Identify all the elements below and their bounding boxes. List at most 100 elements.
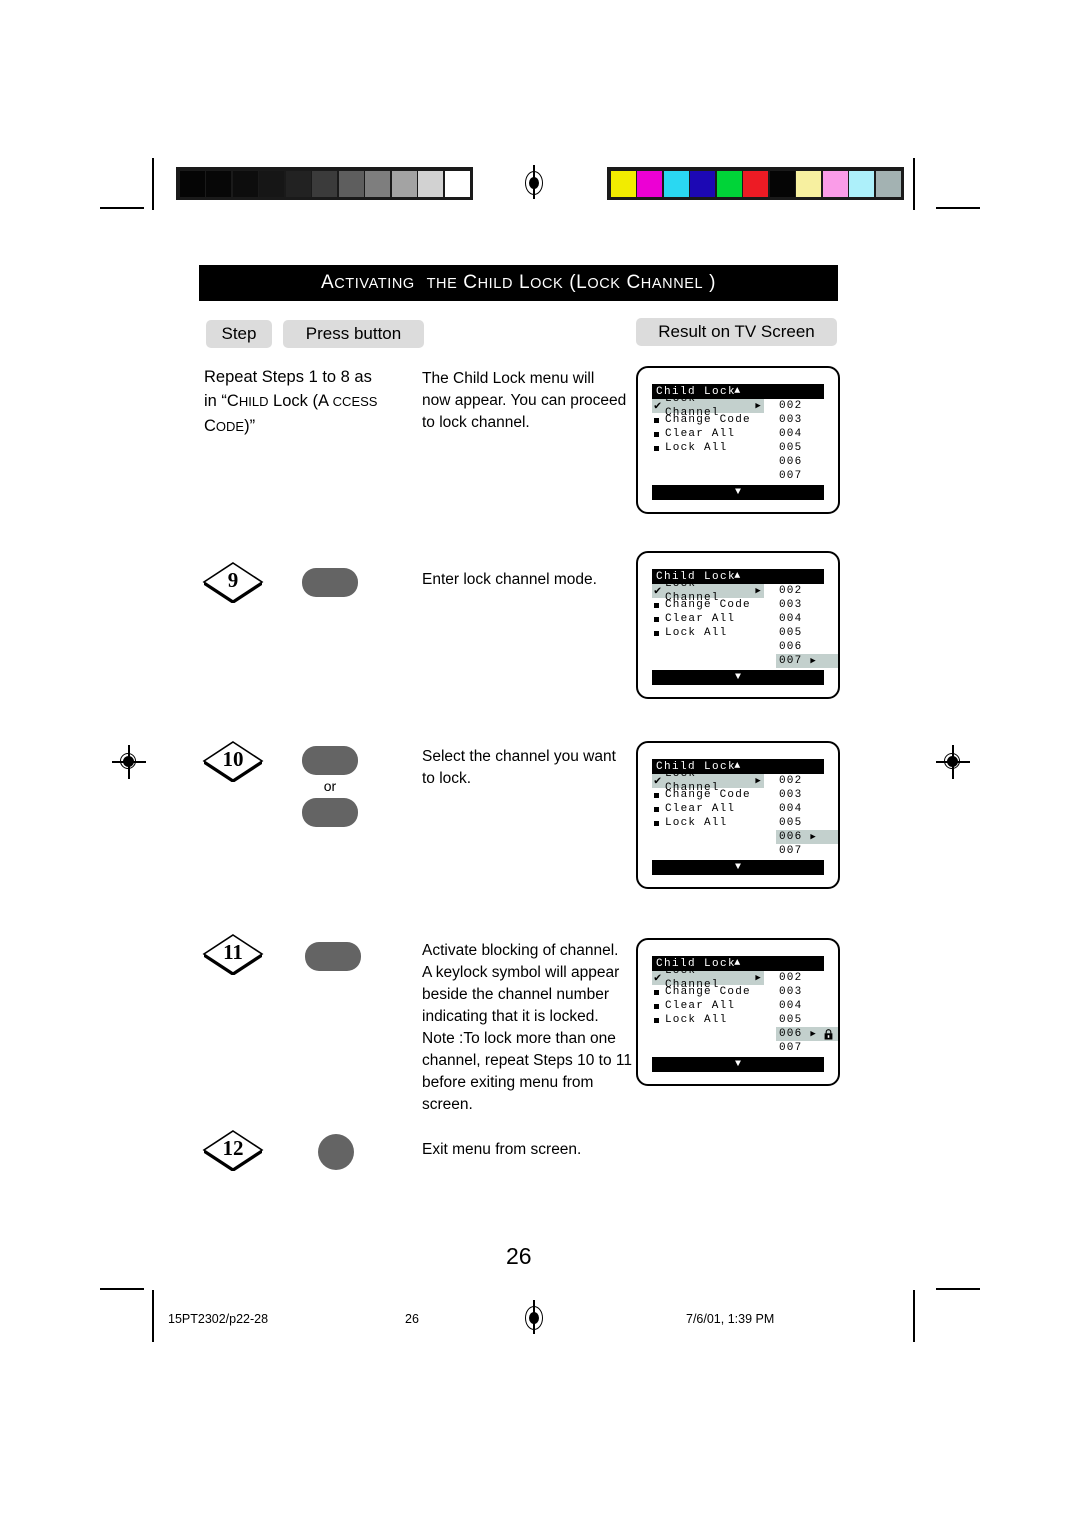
osd-channel-entry[interactable]: 004	[776, 427, 838, 441]
osd-channel-entry[interactable]: 006 ▶	[776, 830, 838, 844]
step-number-10: 10	[222, 747, 244, 771]
checkmark-icon: ✔	[654, 584, 663, 598]
osd-row: Clear All 004	[652, 427, 824, 441]
osd-channel-entry[interactable]: 004	[776, 999, 838, 1013]
osd-channel-entry[interactable]: 007	[776, 469, 838, 483]
osd-channel-number: 006	[779, 831, 803, 843]
osd-menu-item-label: Change Code	[665, 599, 751, 611]
osd-channel-entry[interactable]: 005	[776, 1013, 838, 1027]
right-arrow-icon: ▶	[810, 1029, 818, 1039]
bullet-icon	[654, 820, 659, 826]
osd-menu-item[interactable]: ✔ Lock Channel ▶	[652, 965, 764, 991]
osd-channel-number: 003	[779, 414, 803, 426]
osd-menu-item[interactable]: Clear All	[652, 427, 764, 441]
osd-panel-3: Child Lock ▲ ✔ Lock Channel ▶ 002 Change Code 0…	[652, 956, 838, 1072]
step-marker-12: 12	[202, 1129, 264, 1171]
osd-channel-number: 004	[779, 428, 803, 440]
scroll-down-icon[interactable]: ▼	[735, 486, 741, 500]
osd-menu-item-label: Lock All	[665, 1014, 728, 1026]
osd-channel-entry[interactable]: 007	[776, 1041, 838, 1055]
osd-menu-spacer	[652, 455, 764, 469]
osd-channel-entry[interactable]: 006	[776, 640, 838, 654]
osd-channel-entry[interactable]: 003	[776, 788, 838, 802]
osd-channel-entry[interactable]: 002	[776, 774, 838, 788]
osd-channel-entry[interactable]: 002	[776, 584, 838, 598]
tv-screen-0: Child Lock ▲ ✔ Lock Channel ▶ 002 Change Code 0…	[636, 366, 840, 514]
remote-button-12[interactable]	[318, 1134, 354, 1170]
osd-channel-entry[interactable]: 007	[776, 844, 838, 858]
osd-menu-item[interactable]: Lock All	[652, 626, 764, 640]
osd-row: 007	[652, 1041, 824, 1055]
remote-button-10-a[interactable]	[302, 746, 358, 775]
osd-menu-item[interactable]: Lock All	[652, 816, 764, 830]
crop-rule-bottom-left	[152, 1290, 154, 1342]
column-header-press-button: Press button	[283, 320, 424, 348]
remote-button-11[interactable]	[305, 942, 361, 971]
scroll-down-icon[interactable]: ▼	[735, 671, 741, 685]
osd-channel-number: 007	[779, 845, 803, 857]
osd-menu-item[interactable]: ✔ Lock Channel ▶	[652, 578, 764, 604]
osd-channel-number: 003	[779, 789, 803, 801]
osd-menu-item[interactable]: ✔ Lock Channel ▶	[652, 393, 764, 419]
color-swatch	[822, 170, 848, 197]
osd-row: Change Code 003	[652, 598, 824, 612]
footer-page: 26	[405, 1312, 419, 1326]
osd-channel-entry[interactable]: 002	[776, 971, 838, 985]
osd-channel-entry[interactable]: 003	[776, 598, 838, 612]
osd-menu-item[interactable]: Clear All	[652, 612, 764, 626]
crop-rule-left	[152, 158, 154, 210]
bullet-icon	[654, 602, 659, 608]
grayscale-swatch	[259, 170, 284, 197]
osd-row-list: ✔ Lock Channel ▶ 002 Change Code 003 Clear All…	[652, 965, 838, 1055]
osd-channel-entry[interactable]: 006	[776, 455, 838, 469]
osd-row-list: ✔ Lock Channel ▶ 002 Change Code 003 Clear All…	[652, 578, 838, 668]
column-header-step: Step	[206, 320, 272, 348]
osd-channel-entry[interactable]: 006 ▶	[776, 1027, 838, 1041]
osd-menu-item[interactable]: Change Code	[652, 985, 764, 999]
osd-row: Lock All 005	[652, 441, 824, 455]
osd-footer-bar: ▼	[652, 1057, 824, 1072]
color-swatch	[716, 170, 742, 197]
osd-panel-1: Child Lock ▲ ✔ Lock Channel ▶ 002 Change Code 0…	[652, 569, 838, 685]
osd-channel-entry[interactable]: 003	[776, 985, 838, 999]
osd-channel-entry[interactable]: 005	[776, 441, 838, 455]
osd-menu-item[interactable]: Change Code	[652, 788, 764, 802]
osd-channel-entry[interactable]: 002	[776, 399, 838, 413]
osd-menu-item[interactable]: Lock All	[652, 441, 764, 455]
column-header-press-button-label: Press button	[305, 324, 402, 343]
osd-channel-entry[interactable]: 007 ▶	[776, 654, 838, 668]
color-swatch	[610, 170, 636, 197]
osd-menu-item[interactable]: Clear All	[652, 802, 764, 816]
scroll-down-icon[interactable]: ▼	[735, 861, 741, 875]
registration-mark-right	[936, 745, 970, 779]
osd-row: 007	[652, 844, 824, 858]
osd-row: Change Code 003	[652, 985, 824, 999]
osd-channel-entry[interactable]: 004	[776, 612, 838, 626]
osd-menu-item[interactable]: Change Code	[652, 413, 764, 427]
right-arrow-icon: ▶	[810, 656, 818, 666]
tv-screen-2: Child Lock ▲ ✔ Lock Channel ▶ 002 Change Code 0…	[636, 741, 840, 889]
osd-menu-spacer	[652, 830, 764, 844]
remote-button-10-b[interactable]	[302, 798, 358, 827]
color-swatch	[743, 170, 768, 197]
osd-menu-item[interactable]: Change Code	[652, 598, 764, 612]
step-number-11: 11	[223, 940, 243, 964]
osd-row-list: ✔ Lock Channel ▶ 002 Change Code 003 Clear All…	[652, 768, 838, 858]
osd-menu-item[interactable]: ✔ Lock Channel ▶	[652, 768, 764, 794]
osd-menu-item-label: Clear All	[665, 428, 736, 440]
osd-channel-number: 007	[779, 1042, 803, 1054]
crop-rule-right	[913, 158, 915, 210]
osd-channel-number: 002	[779, 585, 803, 597]
osd-channel-number: 002	[779, 775, 803, 787]
osd-channel-entry[interactable]: 005	[776, 816, 838, 830]
osd-menu-item[interactable]: Lock All	[652, 1013, 764, 1027]
osd-channel-entry[interactable]: 005	[776, 626, 838, 640]
osd-channel-entry[interactable]: 004	[776, 802, 838, 816]
osd-menu-item[interactable]: Clear All	[652, 999, 764, 1013]
remote-button-9[interactable]	[302, 568, 358, 597]
osd-channel-entry[interactable]: 003	[776, 413, 838, 427]
osd-menu-item-label: Change Code	[665, 789, 751, 801]
scroll-down-icon[interactable]: ▼	[735, 1058, 741, 1072]
osd-row: Clear All 004	[652, 802, 824, 816]
color-swatch	[663, 170, 689, 197]
